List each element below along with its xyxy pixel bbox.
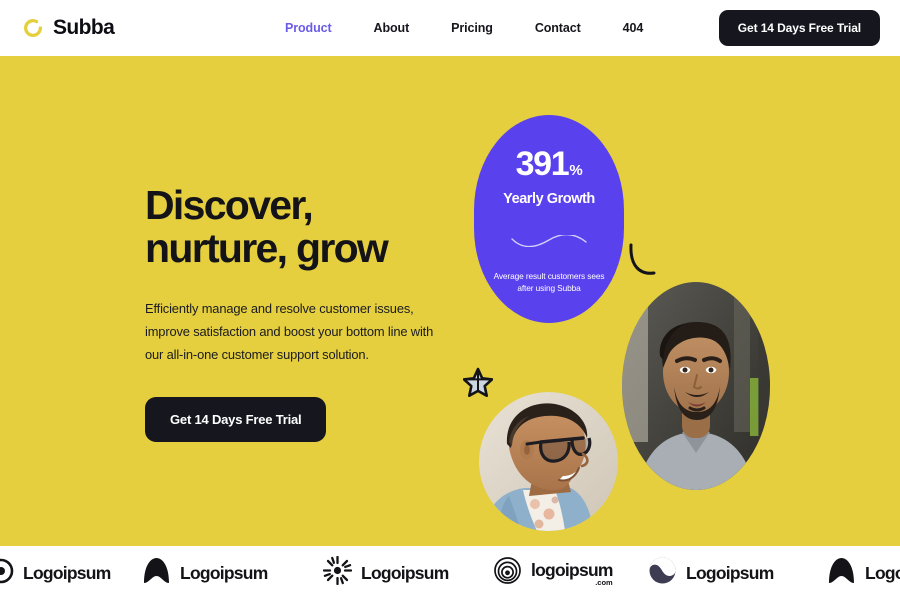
- stat-label: Yearly Growth: [503, 191, 595, 207]
- hero-title-line-1: Discover,: [145, 182, 314, 228]
- portrait-man-glasses: [479, 392, 618, 531]
- logo-word: Logoipsum: [686, 562, 774, 583]
- stat-note: Average result customers sees after usin…: [493, 271, 605, 294]
- arc-curve-icon: [626, 242, 660, 287]
- page-title: Discover, nurture, grow: [145, 182, 465, 272]
- yin-yang-icon: [648, 556, 677, 590]
- logo-word: Logoipsum: [865, 562, 900, 583]
- partner-logo-strip: Logoipsum Logoipsum Logoipsum logoipsum …: [0, 546, 900, 600]
- circle-dot-icon: [0, 558, 14, 589]
- nav-item-404[interactable]: 404: [602, 21, 665, 35]
- hero-subtitle: Efficiently manage and resolve customer …: [145, 301, 434, 363]
- logo-word: Logoipsum: [361, 562, 449, 583]
- nav-item-about[interactable]: About: [353, 21, 431, 35]
- brand-logo[interactable]: Subba: [22, 16, 115, 40]
- main-nav: Product About Pricing Contact 404: [264, 21, 664, 35]
- hero-title-line-2: nurture, grow: [145, 225, 389, 272]
- sunburst-icon: [322, 555, 353, 590]
- landing-page: Subba Product About Pricing Contact 404 …: [0, 0, 900, 600]
- logo-item: Logoipsum: [648, 556, 774, 590]
- logo-item: logoipsum .com: [493, 556, 613, 590]
- logo-word-text: logoipsum: [531, 559, 613, 580]
- hero-copy: Discover, nurture, grow Efficiently mana…: [145, 182, 465, 442]
- arch-dome-icon: [827, 556, 856, 590]
- logo-word: logoipsum .com: [531, 560, 613, 587]
- stat-card: 391% Yearly Growth Average result custom…: [474, 115, 624, 323]
- hero-section: Discover, nurture, grow Efficiently mana…: [0, 56, 900, 546]
- hero-free-trial-button[interactable]: Get 14 Days Free Trial: [145, 397, 327, 442]
- nav-item-pricing[interactable]: Pricing: [430, 21, 514, 35]
- logo-item: Logoipsum: [0, 558, 111, 589]
- logo-item: Logoipsum: [827, 556, 900, 590]
- stat-value-group: 391%: [516, 147, 583, 181]
- logo-word: Logoipsum: [23, 562, 111, 583]
- star-outline-icon: [462, 367, 494, 402]
- stat-unit: %: [569, 162, 583, 179]
- brand-name: Subba: [53, 16, 115, 39]
- header-free-trial-button[interactable]: Get 14 Days Free Trial: [718, 10, 880, 46]
- logo-item: Logoipsum: [142, 556, 268, 590]
- logo-word: Logoipsum: [180, 562, 268, 583]
- wave-line-icon: [510, 233, 588, 252]
- logo-item: Logoipsum: [322, 555, 449, 590]
- ring-gap-icon: [22, 17, 44, 39]
- portrait-bearded-man: [622, 282, 770, 490]
- site-header: Subba Product About Pricing Contact 404 …: [0, 0, 900, 56]
- stat-value: 391: [515, 145, 570, 183]
- arch-dome-icon: [142, 556, 171, 590]
- nav-item-contact[interactable]: Contact: [514, 21, 602, 35]
- spiral-icon: [493, 556, 522, 590]
- nav-item-product[interactable]: Product: [264, 21, 353, 35]
